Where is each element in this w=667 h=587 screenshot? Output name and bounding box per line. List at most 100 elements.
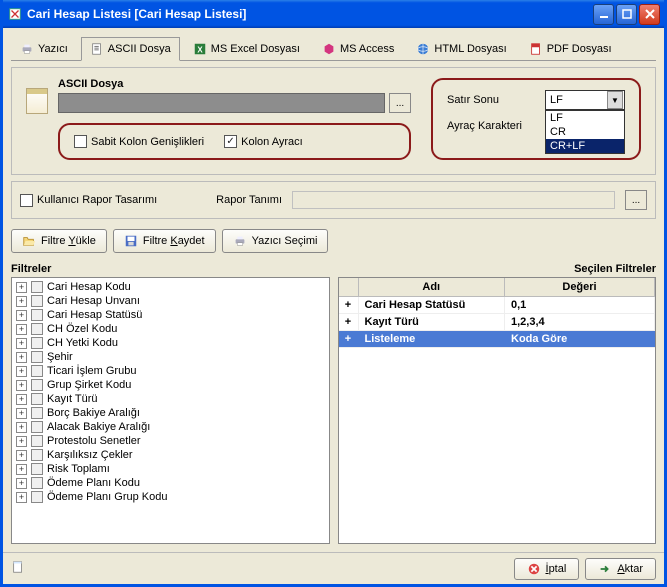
browse-button[interactable]: ... xyxy=(389,93,411,113)
tree-label: Alacak Bakiye Aralığı xyxy=(47,421,150,433)
tree-expand-icon[interactable]: + xyxy=(16,408,27,419)
report-browse-button[interactable]: ... xyxy=(625,190,647,210)
line-end-dropdown: LF CR CR+LF xyxy=(545,110,625,154)
tree-expand-icon[interactable]: + xyxy=(16,310,27,321)
selected-row[interactable]: +ListelemeKoda Göre xyxy=(339,331,656,348)
tree-row[interactable]: + Cari Hesap Statüsü xyxy=(14,308,327,322)
tree-row[interactable]: +CH Yetki Kodu xyxy=(14,336,327,350)
tree-row[interactable]: +Grup Şirket Kodu xyxy=(14,378,327,392)
tree-checkbox[interactable] xyxy=(31,281,43,293)
tree-expand-icon[interactable]: + xyxy=(16,352,27,363)
tree-row[interactable]: +Protestolu Senetler xyxy=(14,434,327,448)
tree-label: Risk Toplamı xyxy=(47,463,110,475)
tree-row[interactable]: +Cari Hesap Kodu xyxy=(14,280,327,294)
ascii-group: ASCII Dosya ... Sabit Kolon Genişlikleri xyxy=(58,78,411,160)
tree-checkbox[interactable] xyxy=(31,491,43,503)
close-button[interactable] xyxy=(639,4,660,25)
printer-select-button[interactable]: Yazıcı Seçimi xyxy=(222,229,329,253)
tab-ascii[interactable]: ASCII Dosya xyxy=(81,37,180,61)
row-value: 0,1 xyxy=(505,297,655,313)
ascii-file-label: ASCII Dosya xyxy=(58,78,411,90)
line-end-combo[interactable]: LF ▼ xyxy=(545,90,625,110)
tree-checkbox[interactable] xyxy=(31,393,43,405)
dropdown-item[interactable]: LF xyxy=(546,111,624,125)
tree-expand-icon[interactable]: + xyxy=(16,422,27,433)
report-def-label: Rapor Tanımı xyxy=(177,194,282,206)
grid-header-value: Değeri xyxy=(505,278,655,296)
tree-checkbox[interactable] xyxy=(31,365,43,377)
ascii-path-input[interactable] xyxy=(58,93,385,113)
html-icon xyxy=(416,42,430,56)
row-expand-icon[interactable]: + xyxy=(339,331,359,347)
tree-checkbox[interactable] xyxy=(31,337,43,349)
tree-row[interactable]: +Ödeme Planı Kodu xyxy=(14,476,327,490)
cancel-button[interactable]: İptal xyxy=(514,558,580,580)
tree-row[interactable]: +Cari Hesap Unvanı xyxy=(14,294,327,308)
tree-expand-icon[interactable]: + xyxy=(16,478,27,489)
tree-expand-icon[interactable]: + xyxy=(16,436,27,447)
maximize-button[interactable] xyxy=(616,4,637,25)
tree-checkbox[interactable] xyxy=(31,463,43,475)
tree-row[interactable]: +Borç Bakiye Aralığı xyxy=(14,406,327,420)
tree-checkbox[interactable] xyxy=(31,351,43,363)
tree-row[interactable]: +Şehir xyxy=(14,350,327,364)
tree-row[interactable]: +CH Özel Kodu xyxy=(14,322,327,336)
tree-row[interactable]: +Ödeme Planı Grup Kodu xyxy=(14,490,327,504)
tree-checkbox[interactable] xyxy=(31,407,43,419)
row-expand-icon[interactable]: + xyxy=(339,314,359,330)
tree-expand-icon[interactable]: + xyxy=(16,380,27,391)
transfer-button[interactable]: Aktar xyxy=(585,558,656,580)
tree-expand-icon[interactable]: + xyxy=(16,450,27,461)
dropdown-item[interactable]: CR+LF xyxy=(546,139,624,153)
tree-row[interactable]: + Alacak Bakiye Aralığı xyxy=(14,420,327,434)
tree-checkbox[interactable] xyxy=(31,379,43,391)
content-area: Yazıcı ASCII Dosya X MS Excel Dosyası MS… xyxy=(3,28,664,552)
filter-save-button[interactable]: Filtre Kaydet xyxy=(113,229,216,253)
tab-pdf[interactable]: PDF Dosyası xyxy=(520,37,621,61)
selected-header: Seçilen Filtreler xyxy=(338,263,657,275)
tree-checkbox[interactable] xyxy=(31,295,43,307)
tree-checkbox[interactable] xyxy=(31,435,43,447)
tree-expand-icon[interactable]: + xyxy=(16,282,27,293)
filter-right-col: Seçilen Filtreler Adı Değeri +Cari Hesap… xyxy=(338,263,657,544)
fixed-width-checkbox[interactable]: Sabit Kolon Genişlikleri xyxy=(74,135,204,148)
column-sep-checkbox[interactable]: Kolon Ayracı xyxy=(224,135,303,148)
tree-expand-icon[interactable]: + xyxy=(16,324,27,335)
filter-tree[interactable]: +Cari Hesap Kodu+Cari Hesap Unvanı+Cari … xyxy=(11,277,330,544)
tree-row[interactable]: + Ticari İşlem Grubu xyxy=(14,364,327,378)
selected-row[interactable]: +Kayıt Türü1,2,3,4 xyxy=(339,314,656,331)
filter-left-col: Filtreler +Cari Hesap Kodu+Cari Hesap Un… xyxy=(11,263,330,544)
minimize-button[interactable] xyxy=(593,4,614,25)
tab-html[interactable]: HTML Dosyası xyxy=(407,37,515,61)
tree-checkbox[interactable] xyxy=(31,421,43,433)
tree-expand-icon[interactable]: + xyxy=(16,394,27,405)
tree-expand-icon[interactable]: + xyxy=(16,464,27,475)
user-design-checkbox[interactable]: Kullanıcı Rapor Tasarımı xyxy=(20,194,167,207)
tab-excel[interactable]: X MS Excel Dosyası xyxy=(184,37,309,61)
row-expand-icon[interactable]: + xyxy=(339,297,359,313)
dropdown-item[interactable]: CR xyxy=(546,125,624,139)
selected-row[interactable]: +Cari Hesap Statüsü0,1 xyxy=(339,297,656,314)
tree-label: Ticari İşlem Grubu xyxy=(47,365,136,377)
tree-checkbox[interactable] xyxy=(31,477,43,489)
tab-access[interactable]: MS Access xyxy=(313,37,403,61)
tree-expand-icon[interactable]: + xyxy=(16,492,27,503)
tree-checkbox[interactable] xyxy=(31,323,43,335)
tree-label: Cari Hesap Statüsü xyxy=(47,309,142,321)
tree-row[interactable]: +Kayıt Türü xyxy=(14,392,327,406)
tree-expand-icon[interactable]: + xyxy=(16,338,27,349)
tree-checkbox[interactable] xyxy=(31,309,43,321)
filter-load-button[interactable]: Filtre Yükle xyxy=(11,229,107,253)
tab-yazici[interactable]: Yazıcı xyxy=(11,37,77,61)
tree-expand-icon[interactable]: + xyxy=(16,366,27,377)
footer-doc-icon[interactable] xyxy=(11,560,25,577)
tab-label: HTML Dosyası xyxy=(434,43,506,55)
tree-checkbox[interactable] xyxy=(31,449,43,461)
grid-header-name: Adı xyxy=(359,278,506,296)
tree-row[interactable]: +Karşılıksız Çekler xyxy=(14,448,327,462)
report-def-input[interactable] xyxy=(292,191,615,209)
tree-row[interactable]: + Risk Toplamı xyxy=(14,462,327,476)
tab-label: ASCII Dosya xyxy=(108,43,171,55)
row-name: Kayıt Türü xyxy=(359,314,506,330)
tree-expand-icon[interactable]: + xyxy=(16,296,27,307)
